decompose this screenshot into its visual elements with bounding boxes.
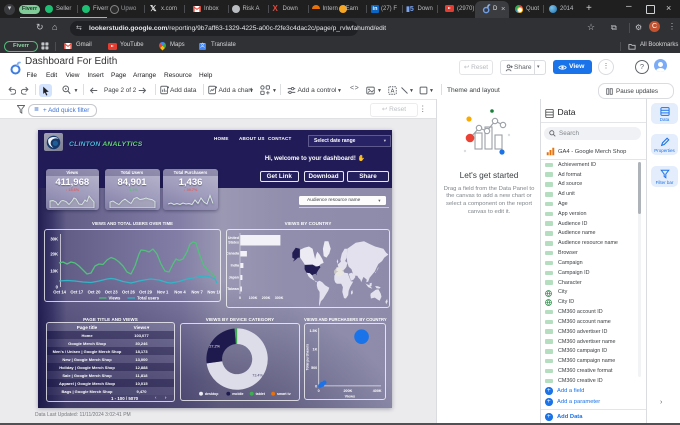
svg-text:200K: 200K (344, 389, 353, 393)
svg-text:Nov 7: Nov 7 (191, 290, 203, 295)
svg-text:73.4%: 73.4% (252, 374, 263, 378)
svg-text:500: 500 (311, 366, 317, 370)
svg-text:Total users: Total users (137, 296, 160, 301)
svg-text:States: States (228, 241, 239, 245)
svg-text:Oct 23: Oct 23 (105, 290, 118, 295)
svg-text:0: 0 (315, 384, 317, 388)
svg-text:27.2%: 27.2% (209, 344, 220, 348)
svg-text:Oct 29: Oct 29 (139, 290, 152, 295)
svg-text:desktop: desktop (205, 392, 218, 396)
svg-text:mobile: mobile (232, 392, 243, 396)
svg-text:100K: 100K (249, 296, 258, 300)
svg-text:smart tv: smart tv (277, 392, 291, 396)
svg-text:Oct 17: Oct 17 (70, 290, 83, 295)
svg-text:Nov 1: Nov 1 (157, 290, 169, 295)
svg-text:400K: 400K (373, 389, 382, 393)
svg-text:0: 0 (318, 389, 320, 393)
svg-text:200K: 200K (262, 296, 271, 300)
svg-text:Oct 14: Oct 14 (53, 290, 66, 295)
svg-text:Japan: Japan (229, 276, 239, 280)
svg-text:10K: 10K (50, 269, 58, 274)
svg-text:300K: 300K (275, 296, 284, 300)
svg-text:20K: 20K (50, 252, 58, 257)
svg-text:India: India (231, 264, 240, 268)
svg-text:A: A (391, 88, 395, 94)
svg-text:Nov 4: Nov 4 (174, 290, 186, 295)
svg-text:Total purchasers: Total purchasers (305, 344, 309, 370)
svg-text:Taiwan: Taiwan (227, 287, 239, 291)
svg-text:1.5K: 1.5K (309, 329, 317, 333)
svg-text:30K: 30K (50, 237, 58, 242)
svg-text:Oct 26: Oct 26 (122, 290, 135, 295)
svg-text:0: 0 (239, 296, 241, 300)
svg-text:Nov 10: Nov 10 (207, 290, 220, 295)
svg-text:Views: Views (109, 296, 121, 301)
svg-text:Oct 20: Oct 20 (88, 290, 101, 295)
svg-text:United: United (228, 236, 239, 240)
svg-text:Views: Views (345, 395, 355, 399)
svg-text:tablet: tablet (256, 392, 266, 396)
svg-text:Canada: Canada (227, 252, 240, 256)
svg-text:1K: 1K (313, 347, 318, 351)
